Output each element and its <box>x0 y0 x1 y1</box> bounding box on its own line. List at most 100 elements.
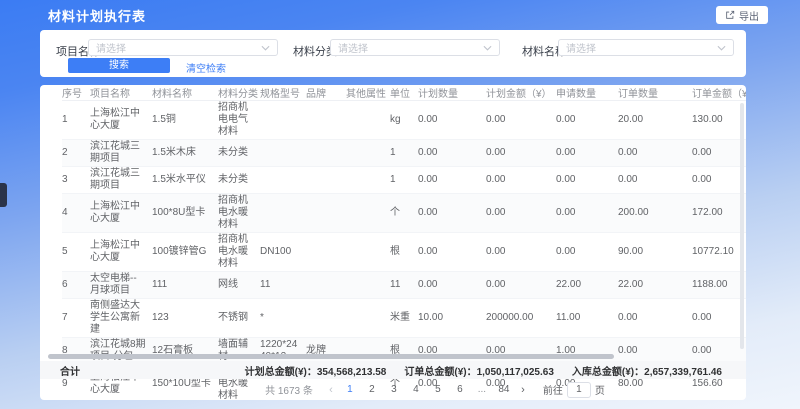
table-cell: 0.00 <box>486 272 556 299</box>
table-cell: 0.00 <box>556 194 618 233</box>
table-cell: 200.00 <box>618 194 692 233</box>
table-cell: 20.00 <box>618 101 692 140</box>
table-cell: 招商机电水暖材料 <box>218 194 260 233</box>
pager-page-1[interactable]: 1 <box>339 384 361 395</box>
column-header: 项目名称 <box>90 85 152 101</box>
table-cell: 0.00 <box>692 167 746 194</box>
table-row[interactable]: 1上海松江中心大厦1.5铜招商机电电气材料kg0.000.000.0020.00… <box>62 101 746 140</box>
table-cell: 4 <box>62 194 90 233</box>
table-cell: 个 <box>390 194 418 233</box>
table-cell: 0.00 <box>486 167 556 194</box>
table-cell: 11.00 <box>556 299 618 338</box>
table-cell: 1.5米木床 <box>152 140 218 167</box>
table-cell <box>346 299 390 338</box>
table-cell: kg <box>390 101 418 140</box>
pagination-bar: 共 1673 条 ‹ 123456...84 › 前往 页 <box>40 379 746 400</box>
pager-pages: 123456...84 <box>339 384 515 395</box>
material-name-select[interactable]: 请选择 <box>558 39 734 56</box>
table-cell: 22.00 <box>556 272 618 299</box>
table-cell <box>346 140 390 167</box>
column-header: 品牌 <box>306 85 346 101</box>
side-drawer-handle[interactable] <box>0 183 7 207</box>
filter-panel: 项目名称 请选择 材料分类 请选择 材料名称 请选择 搜索 清空检索 <box>40 30 746 77</box>
table-cell: 172.00 <box>692 194 746 233</box>
table-cell <box>346 194 390 233</box>
table-cell: 11 <box>390 272 418 299</box>
table-cell: 100镀锌管G <box>152 233 218 272</box>
pager-page-2[interactable]: 2 <box>361 384 383 395</box>
table-header-row: 序号项目名称材料名称材料分类规格型号品牌其他属性单位计划数量计划金额（¥）申请数… <box>62 85 746 101</box>
table-cell: 上海松江中心大厦 <box>90 233 152 272</box>
table-cell: 0.00 <box>418 272 486 299</box>
table-cell: 0.00 <box>556 101 618 140</box>
chevron-down-icon <box>717 45 726 51</box>
column-header: 材料分类 <box>218 85 260 101</box>
search-button[interactable]: 搜索 <box>68 58 170 73</box>
table-row[interactable]: 5上海松江中心大厦100镀锌管G招商机电水暖材料DN100根0.000.000.… <box>62 233 746 272</box>
pager-page-84[interactable]: 84 <box>493 384 515 395</box>
table-cell <box>346 233 390 272</box>
project-name-select[interactable]: 请选择 <box>88 39 278 56</box>
goto-suffix: 页 <box>595 382 605 397</box>
clear-search-link[interactable]: 清空检索 <box>186 60 226 75</box>
pager-next-button[interactable]: › <box>515 384 531 396</box>
plan-total: 计划总金额(¥)：354,568,213.58 <box>245 363 387 378</box>
table-cell <box>260 140 306 167</box>
table-cell: 网线 <box>218 272 260 299</box>
table-cell <box>346 167 390 194</box>
export-icon <box>725 10 735 20</box>
table-cell: 1.5铜 <box>152 101 218 140</box>
table-cell: 滨江花城三期项目 <box>90 140 152 167</box>
table-cell: 招商机电水暖材料 <box>218 233 260 272</box>
column-header: 其他属性 <box>346 85 390 101</box>
table-cell: 3 <box>62 167 90 194</box>
table-row[interactable]: 7南侧盛达大学生公寓新建123不锈钢*米重10.00200000.0011.00… <box>62 299 746 338</box>
table-cell <box>260 101 306 140</box>
export-label: 导出 <box>739 8 759 23</box>
material-category-placeholder: 请选择 <box>338 40 368 55</box>
table-cell <box>306 194 346 233</box>
table-cell: 0.00 <box>692 140 746 167</box>
table-cell: 0.00 <box>692 299 746 338</box>
goto-page-input[interactable] <box>567 382 591 398</box>
horizontal-scrollbar[interactable] <box>48 354 614 359</box>
table-row[interactable]: 6太空电梯--月球项目111网线11110.000.0022.0022.0011… <box>62 272 746 299</box>
table-cell: 上海松江中心大厦 <box>90 194 152 233</box>
table-cell: 11 <box>260 272 306 299</box>
project-name-placeholder: 请选择 <box>96 40 126 55</box>
table-row[interactable]: 2滨江花城三期项目1.5米木床未分类10.000.000.000.000.00 <box>62 140 746 167</box>
table-cell <box>260 194 306 233</box>
pager-page-4[interactable]: 4 <box>405 384 427 395</box>
table-cell: 0.00 <box>556 140 618 167</box>
table-row[interactable]: 3滨江花城三期项目1.5米水平仪未分类10.000.000.000.000.00 <box>62 167 746 194</box>
vertical-scrollbar[interactable] <box>740 103 744 349</box>
table-cell: 0.00 <box>418 140 486 167</box>
pager-page-6[interactable]: 6 <box>449 384 471 395</box>
pager-ellipsis: ... <box>471 384 493 395</box>
table-cell: 100*8U型卡 <box>152 194 218 233</box>
table-cell: 0.00 <box>418 101 486 140</box>
table-cell <box>306 233 346 272</box>
column-header: 规格型号 <box>260 85 306 101</box>
table-cell: 10772.10 <box>692 233 746 272</box>
export-button[interactable]: 导出 <box>716 6 768 24</box>
table-cell: 1 <box>62 101 90 140</box>
app-header: 材料计划执行表 导出 <box>48 5 768 25</box>
material-category-select[interactable]: 请选择 <box>330 39 500 56</box>
table-cell: 0.00 <box>418 194 486 233</box>
pager-prev-button[interactable]: ‹ <box>323 384 339 396</box>
table-cell: 2 <box>62 140 90 167</box>
table-cell <box>260 167 306 194</box>
table-cell: 1188.00 <box>692 272 746 299</box>
table-row[interactable]: 4上海松江中心大厦100*8U型卡招商机电水暖材料个0.000.000.0020… <box>62 194 746 233</box>
pager-total: 共 1673 条 <box>265 382 313 397</box>
pager-page-5[interactable]: 5 <box>427 384 449 395</box>
table-cell: 111 <box>152 272 218 299</box>
table-cell: 0.00 <box>618 299 692 338</box>
table-cell: 1 <box>390 167 418 194</box>
table-cell: 7 <box>62 299 90 338</box>
goto-label: 前往 <box>543 382 563 397</box>
pager-page-3[interactable]: 3 <box>383 384 405 395</box>
column-header: 计划数量 <box>418 85 486 101</box>
column-header: 订单数量 <box>618 85 692 101</box>
